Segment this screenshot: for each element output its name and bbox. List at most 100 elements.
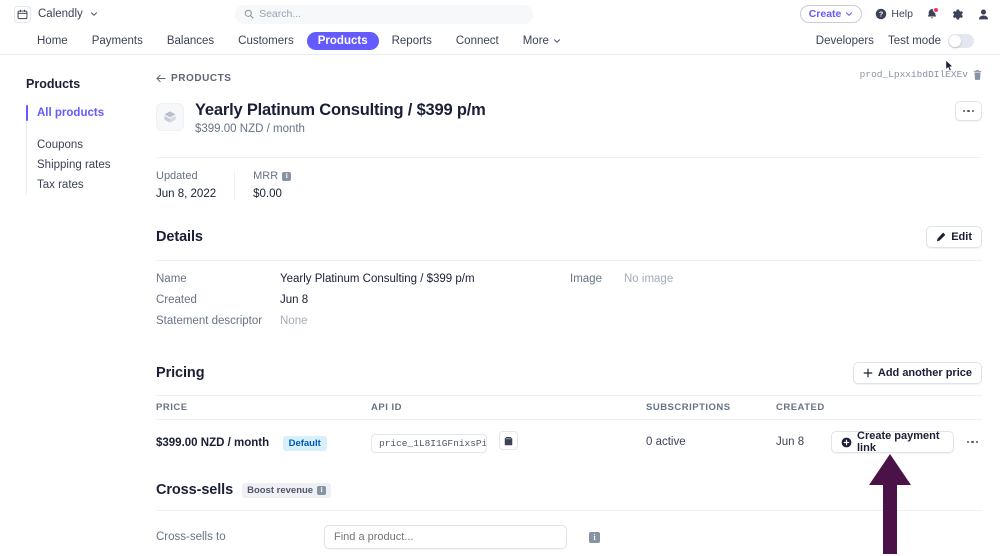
nav-label: Customers bbox=[238, 35, 294, 47]
nav-item-customers[interactable]: Customers bbox=[227, 32, 305, 50]
nav-label: More bbox=[522, 35, 549, 47]
gear-icon bbox=[951, 8, 964, 21]
detail-row-image: Image No image bbox=[570, 273, 982, 285]
product-overflow-menu-button[interactable] bbox=[955, 101, 982, 121]
more-horizontal-icon bbox=[971, 109, 975, 113]
nav-label: Developers bbox=[815, 35, 874, 47]
notifications-button[interactable] bbox=[926, 6, 939, 21]
cross-sells-field-label: Cross-sells to bbox=[156, 531, 226, 543]
price-row-overflow-menu[interactable] bbox=[963, 440, 983, 444]
nav-label: Balances bbox=[166, 35, 215, 47]
detail-row-statement-descriptor: Statement descriptor None bbox=[156, 315, 570, 327]
cell-subscriptions: 0 active bbox=[646, 436, 686, 448]
plus-circle-icon bbox=[841, 437, 852, 448]
nav-item-payments[interactable]: Payments bbox=[81, 32, 154, 50]
search-input[interactable] bbox=[259, 8, 525, 20]
info-icon[interactable]: i bbox=[317, 485, 327, 495]
nav-item-home[interactable]: Home bbox=[26, 32, 79, 50]
arrow-left-icon bbox=[156, 74, 166, 83]
breadcrumb-label: PRODUCTS bbox=[171, 73, 232, 84]
metric-updated: Updated Jun 8, 2022 bbox=[156, 170, 236, 200]
account-switcher[interactable]: Calendly bbox=[10, 4, 102, 25]
page-title: Yearly Platinum Consulting / $399 p/m bbox=[195, 101, 486, 119]
nav-item-balances[interactable]: Balances bbox=[156, 32, 225, 50]
detail-value: No image bbox=[624, 273, 674, 285]
cross-sells-product-search[interactable] bbox=[324, 525, 567, 549]
breadcrumb[interactable]: PRODUCTS bbox=[156, 73, 982, 84]
nav-item-more[interactable]: More bbox=[512, 32, 572, 50]
details-body: Name Yearly Platinum Consulting / $399 p… bbox=[156, 273, 982, 336]
detail-key: Image bbox=[570, 273, 602, 285]
sidebar-item-coupons[interactable]: Coupons bbox=[27, 135, 150, 155]
nav-items: Home Payments Balances Customers Product… bbox=[26, 32, 572, 50]
metric-label: Updated bbox=[156, 170, 216, 182]
detail-row-name: Name Yearly Platinum Consulting / $399 p… bbox=[156, 273, 570, 285]
user-menu-button[interactable] bbox=[977, 8, 990, 21]
test-mode-toggle[interactable]: Test mode bbox=[888, 34, 974, 48]
user-icon bbox=[977, 8, 990, 21]
sidebar-item-label: Tax rates bbox=[37, 179, 84, 191]
svg-text:?: ? bbox=[879, 11, 883, 19]
nav-item-connect[interactable]: Connect bbox=[445, 32, 510, 50]
sidebar-list: All products Coupons Shipping rates Tax … bbox=[26, 103, 150, 195]
product-metrics: Updated Jun 8, 2022 MRR i $0.00 bbox=[156, 157, 982, 200]
product-image-placeholder bbox=[156, 103, 184, 131]
metric-label-text: MRR bbox=[253, 170, 279, 182]
more-horizontal-icon bbox=[971, 440, 974, 444]
details-section: Details Edit Name Yearly Platinum Consul… bbox=[156, 226, 982, 336]
help-button[interactable]: ? Help bbox=[875, 8, 913, 20]
nav-label: Payments bbox=[91, 35, 143, 47]
global-search[interactable] bbox=[235, 4, 534, 24]
detail-value: Yearly Platinum Consulting / $399 p/m bbox=[280, 273, 475, 285]
settings-button[interactable] bbox=[951, 8, 964, 21]
detail-value: Jun 8 bbox=[280, 294, 309, 306]
cross-sells-input[interactable] bbox=[334, 531, 557, 543]
mouse-cursor bbox=[945, 59, 954, 77]
chevron-down-icon bbox=[845, 10, 853, 18]
stripe-dashboard: Calendly Create bbox=[0, 0, 1000, 556]
nav-item-products[interactable]: Products bbox=[306, 32, 379, 50]
product-id-display[interactable]: prod_LpxxibdDIlEXEv bbox=[860, 69, 982, 80]
table-row[interactable]: $399.00 NZD / month Default price_1L8I1G… bbox=[156, 420, 982, 464]
notification-badge bbox=[932, 6, 939, 13]
info-icon[interactable]: i bbox=[589, 531, 600, 543]
create-payment-link-button[interactable]: Create payment link bbox=[831, 430, 954, 454]
trash-icon[interactable] bbox=[973, 69, 982, 80]
cell-actions: Create payment link bbox=[831, 430, 983, 454]
pricing-section: Pricing Add another price PRICE API ID S… bbox=[156, 362, 982, 464]
details-right-column: Image No image bbox=[570, 273, 982, 336]
pricing-title: Pricing bbox=[156, 365, 205, 381]
api-id-chip[interactable]: price_1L8I1GFnixsPi1 bbox=[371, 433, 487, 453]
clipboard-icon[interactable] bbox=[499, 431, 519, 451]
detail-key: Name bbox=[156, 273, 187, 285]
cross-sells-field-row: Cross-sells to i bbox=[156, 525, 982, 549]
boost-revenue-label: Boost revenue bbox=[247, 484, 314, 496]
nav-label: Connect bbox=[455, 35, 499, 47]
cell-api-id: price_1L8I1GFnixsPi1 bbox=[371, 431, 646, 453]
create-button[interactable]: Create bbox=[799, 5, 863, 23]
test-mode-switch[interactable] bbox=[948, 34, 974, 48]
add-another-price-button[interactable]: Add another price bbox=[852, 362, 982, 384]
sidebar-item-label: Shipping rates bbox=[37, 159, 111, 171]
product-subtitle: $399.00 NZD / month bbox=[195, 123, 305, 135]
edit-button[interactable]: Edit bbox=[926, 226, 982, 248]
price-value: $399.00 NZD / month bbox=[156, 437, 270, 449]
sidebar-item-tax-rates[interactable]: Tax rates bbox=[27, 175, 150, 195]
sidebar-item-shipping-rates[interactable]: Shipping rates bbox=[27, 155, 150, 175]
nav-item-developers[interactable]: Developers bbox=[814, 32, 876, 50]
question-circle-icon: ? bbox=[875, 8, 887, 20]
create-payment-link-label: Create payment link bbox=[857, 430, 940, 454]
detail-key: Created bbox=[156, 294, 197, 306]
nav-label: Reports bbox=[391, 35, 432, 47]
chevron-down-icon bbox=[90, 10, 98, 18]
cross-sells-header: Cross-sells Boost revenue i bbox=[156, 482, 982, 498]
detail-value: None bbox=[280, 315, 308, 327]
pricing-table-header: PRICE API ID SUBSCRIPTIONS CREATED bbox=[156, 395, 982, 420]
sidebar-item-all-products[interactable]: All products bbox=[26, 103, 150, 123]
nav-item-reports[interactable]: Reports bbox=[381, 32, 443, 50]
info-icon[interactable]: i bbox=[282, 171, 292, 181]
top-bar-actions: Create ? Help bbox=[799, 5, 990, 23]
cross-sells-section: Cross-sells Boost revenue i Cross-sells … bbox=[156, 482, 982, 549]
details-title: Details bbox=[156, 229, 203, 245]
